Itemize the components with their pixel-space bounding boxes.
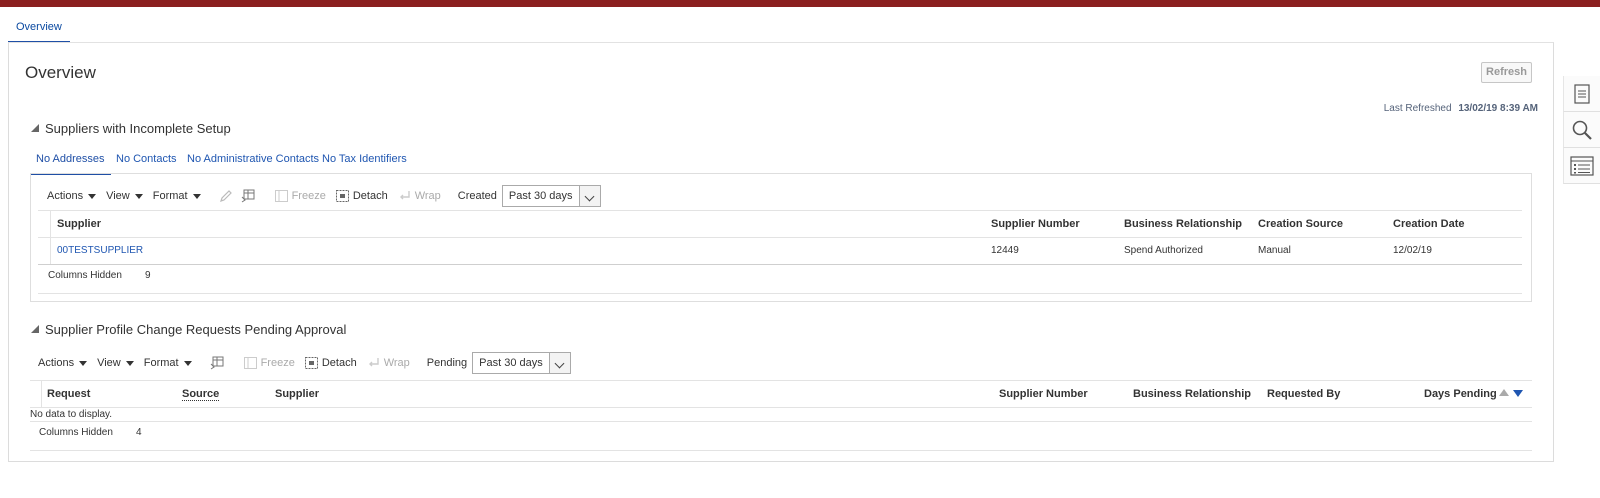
col-requested-by[interactable]: Requested By: [1267, 388, 1340, 400]
toolbar-section1: Actions View Format Freeze Detach Wrap C…: [47, 185, 601, 207]
table2-body-bottom-line: [30, 421, 1532, 422]
freeze-button[interactable]: Freeze: [243, 357, 295, 369]
columns-hidden-count: 4: [136, 427, 142, 438]
view-menu[interactable]: View: [97, 357, 134, 369]
created-filter-label: Created: [457, 190, 497, 202]
col-days-pending[interactable]: Days Pending: [1424, 388, 1497, 400]
pending-filter-select[interactable]: Past 30 days: [472, 352, 571, 374]
col-creation-date[interactable]: Creation Date: [1393, 218, 1465, 230]
col-supplier[interactable]: Supplier: [57, 218, 101, 230]
col-supplier-number[interactable]: Supplier Number: [999, 388, 1088, 400]
created-filter-select[interactable]: Past 30 days: [501, 185, 601, 207]
chevron-down-icon[interactable]: [548, 353, 570, 373]
view-menu[interactable]: View: [106, 190, 143, 202]
right-side-rail: [1563, 76, 1600, 184]
page-title: Overview: [25, 63, 96, 82]
table1-footer-line: [38, 293, 1522, 294]
collapse-triangle-icon[interactable]: [31, 124, 39, 132]
section-title: Supplier Profile Change Requests Pending…: [45, 322, 347, 337]
edit-pencil-icon[interactable]: [219, 189, 233, 203]
columns-hidden-label: Columns Hidden: [39, 427, 113, 438]
caret-down-icon: [79, 360, 88, 366]
sort-descending-icon[interactable]: [1513, 390, 1523, 397]
tab-overview[interactable]: Overview: [8, 14, 70, 43]
table2-footer-line: [30, 450, 1532, 451]
pending-filter-label: Pending: [426, 357, 468, 369]
table1-row-header-divider: [50, 211, 51, 264]
document-icon[interactable]: [1563, 76, 1600, 112]
top-brand-bar: [0, 0, 1600, 7]
format-menu[interactable]: Format: [153, 190, 201, 202]
format-menu[interactable]: Format: [144, 357, 192, 369]
section-title: Suppliers with Incomplete Setup: [45, 121, 231, 136]
subtab-no-addresses[interactable]: No Addresses: [30, 153, 112, 175]
pending-filter-value: Past 30 days: [479, 357, 543, 369]
creation-source-cell: Manual: [1258, 245, 1291, 256]
subtab-no-tax-identifiers[interactable]: No Tax Identifiers: [322, 153, 407, 165]
section-incomplete-setup-header[interactable]: Suppliers with Incomplete Setup: [31, 121, 231, 136]
query-by-example-icon[interactable]: [241, 189, 255, 203]
subtab-no-contacts[interactable]: No Contacts: [116, 153, 177, 165]
search-icon[interactable]: [1563, 112, 1600, 148]
last-refreshed: Last Refreshed 13/02/19 8:39 AM: [1384, 103, 1538, 114]
chevron-down-icon[interactable]: [578, 186, 600, 206]
caret-down-icon: [183, 360, 192, 366]
col-business-relationship[interactable]: Business Relationship: [1133, 388, 1251, 400]
columns-hidden-label: Columns Hidden: [48, 270, 122, 281]
supplier-number-cell: 12449: [991, 245, 1019, 256]
collapse-triangle-icon[interactable]: [31, 325, 39, 333]
caret-down-icon: [125, 360, 134, 366]
table1-header-bottom-line: [38, 237, 1522, 238]
last-refreshed-value: 13/02/19 8:39 AM: [1458, 103, 1538, 114]
table1-header-top-line: [38, 210, 1522, 211]
columns-hidden-count: 9: [145, 270, 151, 281]
detach-button[interactable]: Detach: [335, 190, 388, 202]
table2-header-bottom-line: [30, 407, 1532, 408]
subtab-no-admin-contacts[interactable]: No Administrative Contacts: [187, 153, 319, 165]
refresh-button[interactable]: Refresh: [1481, 62, 1532, 83]
caret-down-icon: [192, 193, 201, 199]
actions-menu[interactable]: Actions: [38, 357, 88, 369]
section-change-requests-header[interactable]: Supplier Profile Change Requests Pending…: [31, 322, 346, 337]
col-source[interactable]: Source: [182, 388, 220, 401]
query-by-example-icon[interactable]: [210, 356, 224, 370]
table2-row-header-divider: [41, 381, 42, 407]
col-request[interactable]: Request: [47, 388, 90, 400]
creation-date-cell: 12/02/19: [1393, 245, 1432, 256]
freeze-button[interactable]: Freeze: [274, 190, 326, 202]
wrap-button[interactable]: Wrap: [398, 190, 441, 202]
wrap-button[interactable]: Wrap: [367, 357, 410, 369]
actions-menu[interactable]: Actions: [47, 190, 97, 202]
caret-down-icon: [134, 193, 143, 199]
col-business-relationship[interactable]: Business Relationship: [1124, 218, 1242, 230]
toolbar-section2: Actions View Format Freeze Detach Wrap P…: [38, 352, 571, 374]
detach-button[interactable]: Detach: [304, 357, 357, 369]
table2-header-top-line: [30, 380, 1532, 381]
col-creation-source[interactable]: Creation Source: [1258, 218, 1343, 230]
table1-row-bottom-line: [38, 264, 1522, 265]
col-supplier-number[interactable]: Supplier Number: [991, 218, 1080, 230]
sort-ascending-icon[interactable]: [1499, 389, 1509, 396]
created-filter-value: Past 30 days: [508, 190, 573, 202]
last-refreshed-label: Last Refreshed: [1383, 103, 1452, 114]
supplier-link[interactable]: 00TESTSUPPLIER: [57, 245, 143, 256]
list-icon[interactable]: [1563, 148, 1600, 184]
col-supplier[interactable]: Supplier: [275, 388, 319, 400]
no-data-text: No data to display.: [30, 409, 113, 420]
caret-down-icon: [88, 193, 97, 199]
business-relationship-cell: Spend Authorized: [1124, 245, 1203, 256]
